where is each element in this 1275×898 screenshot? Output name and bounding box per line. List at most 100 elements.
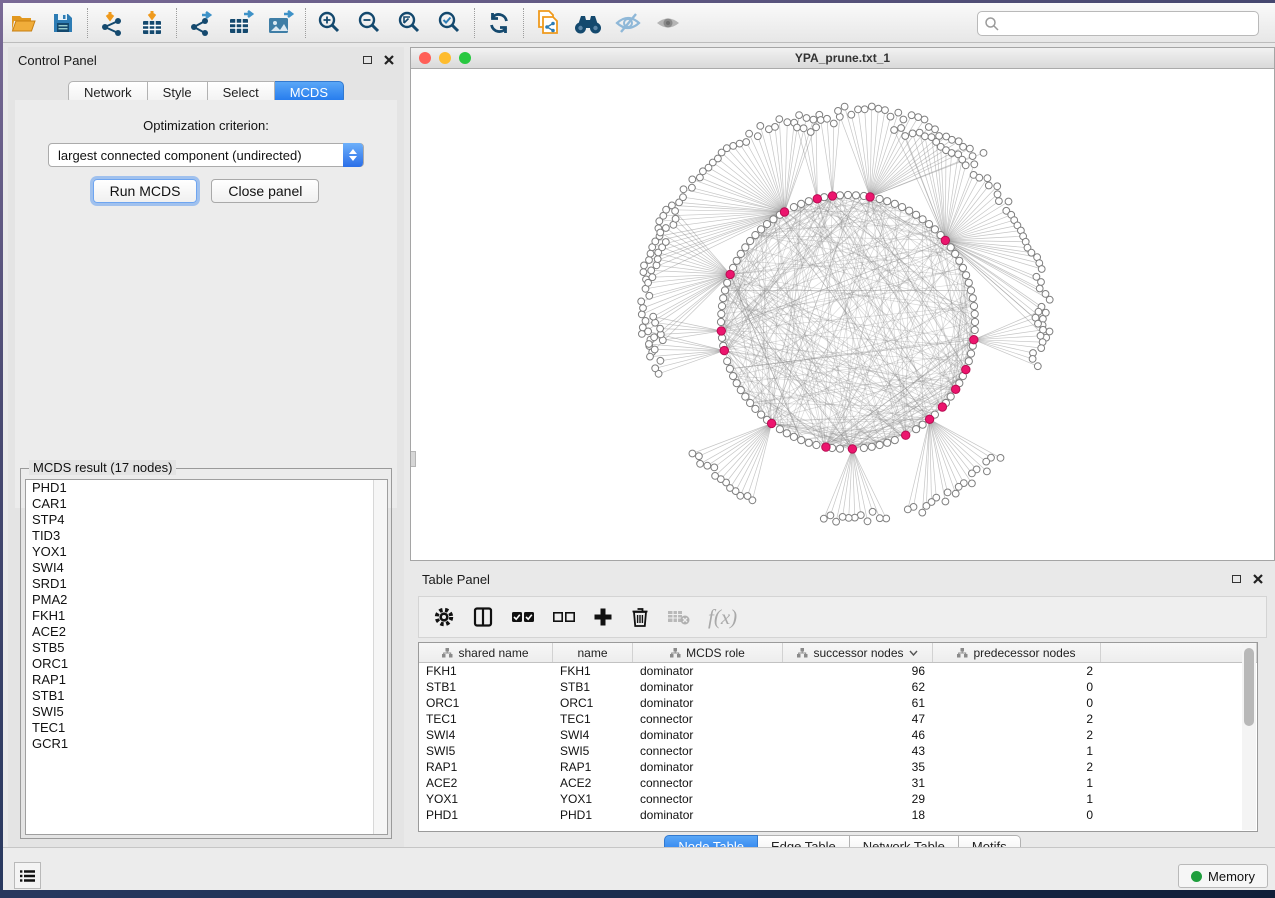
mcds-result-item[interactable]: ACE2 bbox=[26, 624, 387, 640]
mcds-result-item[interactable]: SWI5 bbox=[26, 704, 387, 720]
cell-mcds_role: dominator bbox=[633, 759, 783, 775]
table-row[interactable]: STB1STB1dominator620 bbox=[419, 679, 1257, 695]
cell-name: PHD1 bbox=[553, 807, 633, 823]
column-header-name[interactable]: name bbox=[553, 643, 633, 662]
float-panel-icon[interactable] bbox=[363, 56, 372, 64]
column-type-icon bbox=[797, 648, 808, 658]
mcds-result-list[interactable]: PHD1CAR1STP4TID3YOX1SWI4SRD1PMA2FKH1ACE2… bbox=[25, 479, 388, 835]
search-input[interactable] bbox=[977, 11, 1259, 36]
table-row[interactable]: TEC1TEC1connector472 bbox=[419, 711, 1257, 727]
sort-descending-icon bbox=[909, 650, 918, 656]
mcds-result-item[interactable]: ORC1 bbox=[26, 656, 387, 672]
mcds-result-group: MCDS result (17 nodes) PHD1CAR1STP4TID3Y… bbox=[20, 468, 392, 839]
control-panel: Control Panel Network Style Select MCDS … bbox=[8, 47, 404, 849]
cell-shared_name: SWI4 bbox=[419, 727, 553, 743]
mcds-result-item[interactable]: PMA2 bbox=[26, 592, 387, 608]
select-all-checkboxes-icon[interactable] bbox=[511, 610, 535, 624]
cell-successor_nodes: 47 bbox=[783, 711, 933, 727]
clone-network-icon[interactable] bbox=[528, 6, 568, 40]
save-icon[interactable] bbox=[43, 6, 83, 40]
mcds-result-item[interactable]: SRD1 bbox=[26, 576, 387, 592]
table-row[interactable]: PHD1PHD1dominator180 bbox=[419, 807, 1257, 823]
cell-predecessor_nodes: 0 bbox=[933, 679, 1101, 695]
import-network-icon[interactable] bbox=[92, 6, 132, 40]
canvas-splitter-handle[interactable] bbox=[411, 451, 416, 467]
column-type-icon bbox=[670, 648, 681, 658]
mcds-result-item[interactable]: FKH1 bbox=[26, 608, 387, 624]
search-icon bbox=[984, 16, 1000, 32]
hide-selected-icon[interactable] bbox=[608, 6, 648, 40]
select-stepper-icon bbox=[343, 143, 363, 167]
table-row[interactable]: SWI5SWI5connector431 bbox=[419, 743, 1257, 759]
column-header-MCDS-role[interactable]: MCDS role bbox=[633, 643, 783, 662]
binoculars-icon[interactable] bbox=[568, 6, 608, 40]
deselect-all-checkboxes-icon[interactable] bbox=[552, 610, 576, 624]
cell-name: TEC1 bbox=[553, 711, 633, 727]
table-settings-gear-icon[interactable] bbox=[433, 606, 455, 628]
refresh-icon[interactable] bbox=[479, 6, 519, 40]
cell-mcds_role: dominator bbox=[633, 679, 783, 695]
export-table-icon[interactable] bbox=[221, 6, 261, 40]
zoom-in-icon[interactable] bbox=[310, 6, 350, 40]
zoom-fit-icon[interactable] bbox=[390, 6, 430, 40]
add-column-icon[interactable] bbox=[593, 607, 613, 627]
open-folder-icon[interactable] bbox=[3, 6, 43, 40]
close-panel-button[interactable]: Close panel bbox=[211, 179, 319, 203]
main-toolbar bbox=[3, 3, 1275, 43]
table-row[interactable]: ORC1ORC1dominator610 bbox=[419, 695, 1257, 711]
network-canvas[interactable] bbox=[411, 69, 1274, 560]
float-table-panel-icon[interactable] bbox=[1232, 575, 1241, 583]
cell-name: FKH1 bbox=[553, 663, 633, 679]
table-row[interactable]: ACE2ACE2connector311 bbox=[419, 775, 1257, 791]
zoom-selected-icon[interactable] bbox=[430, 6, 470, 40]
mcds-result-item[interactable]: RAP1 bbox=[26, 672, 387, 688]
cell-shared_name: RAP1 bbox=[419, 759, 553, 775]
cell-predecessor_nodes: 1 bbox=[933, 743, 1101, 759]
mcds-result-item[interactable]: CAR1 bbox=[26, 496, 387, 512]
mcds-result-item[interactable]: PHD1 bbox=[26, 480, 387, 496]
cell-name: RAP1 bbox=[553, 759, 633, 775]
import-table-icon[interactable] bbox=[132, 6, 172, 40]
task-history-button[interactable] bbox=[14, 862, 41, 889]
toolbar-separator bbox=[176, 8, 177, 38]
cell-mcds_role: connector bbox=[633, 791, 783, 807]
zoom-out-icon[interactable] bbox=[350, 6, 390, 40]
cell-successor_nodes: 35 bbox=[783, 759, 933, 775]
cell-successor_nodes: 62 bbox=[783, 679, 933, 695]
mcds-result-item[interactable]: SWI4 bbox=[26, 560, 387, 576]
table-row[interactable]: SWI4SWI4dominator462 bbox=[419, 727, 1257, 743]
control-panel-header: Control Panel bbox=[8, 47, 404, 73]
memory-button[interactable]: Memory bbox=[1178, 864, 1268, 888]
table-row[interactable]: RAP1RAP1dominator352 bbox=[419, 759, 1257, 775]
mcds-result-item[interactable]: TEC1 bbox=[26, 720, 387, 736]
network-window-titlebar[interactable]: YPA_prune.txt_1 bbox=[411, 48, 1274, 69]
export-image-icon[interactable] bbox=[261, 6, 301, 40]
mcds-list-scrollbar[interactable] bbox=[373, 480, 387, 834]
mcds-result-item[interactable]: STB5 bbox=[26, 640, 387, 656]
cell-mcds_role: dominator bbox=[633, 807, 783, 823]
mcds-result-item[interactable]: GCR1 bbox=[26, 736, 387, 752]
optimization-criterion-select[interactable]: largest connected component (undirected) bbox=[48, 143, 364, 167]
show-columns-icon[interactable] bbox=[472, 606, 494, 628]
close-table-panel-icon[interactable] bbox=[1253, 574, 1263, 584]
mcds-result-item[interactable]: TID3 bbox=[26, 528, 387, 544]
column-header-predecessor-nodes[interactable]: predecessor nodes bbox=[933, 643, 1101, 662]
cell-successor_nodes: 18 bbox=[783, 807, 933, 823]
close-panel-icon[interactable] bbox=[384, 55, 394, 65]
table-row[interactable]: FKH1FKH1dominator962 bbox=[419, 663, 1257, 679]
show-all-icon[interactable] bbox=[648, 6, 688, 40]
run-mcds-button[interactable]: Run MCDS bbox=[93, 179, 198, 203]
export-network-icon[interactable] bbox=[181, 6, 221, 40]
cell-mcds_role: dominator bbox=[633, 695, 783, 711]
column-header-successor-nodes[interactable]: successor nodes bbox=[783, 643, 933, 662]
column-header-shared-name[interactable]: shared name bbox=[419, 643, 553, 662]
cell-shared_name: SWI5 bbox=[419, 743, 553, 759]
cell-successor_nodes: 31 bbox=[783, 775, 933, 791]
mcds-result-item[interactable]: YOX1 bbox=[26, 544, 387, 560]
cell-mcds_role: dominator bbox=[633, 727, 783, 743]
delete-column-icon[interactable] bbox=[630, 606, 650, 628]
mcds-result-item[interactable]: STB1 bbox=[26, 688, 387, 704]
table-row[interactable]: YOX1YOX1connector291 bbox=[419, 791, 1257, 807]
table-scrollbar-thumb[interactable] bbox=[1244, 648, 1254, 726]
mcds-result-item[interactable]: STP4 bbox=[26, 512, 387, 528]
